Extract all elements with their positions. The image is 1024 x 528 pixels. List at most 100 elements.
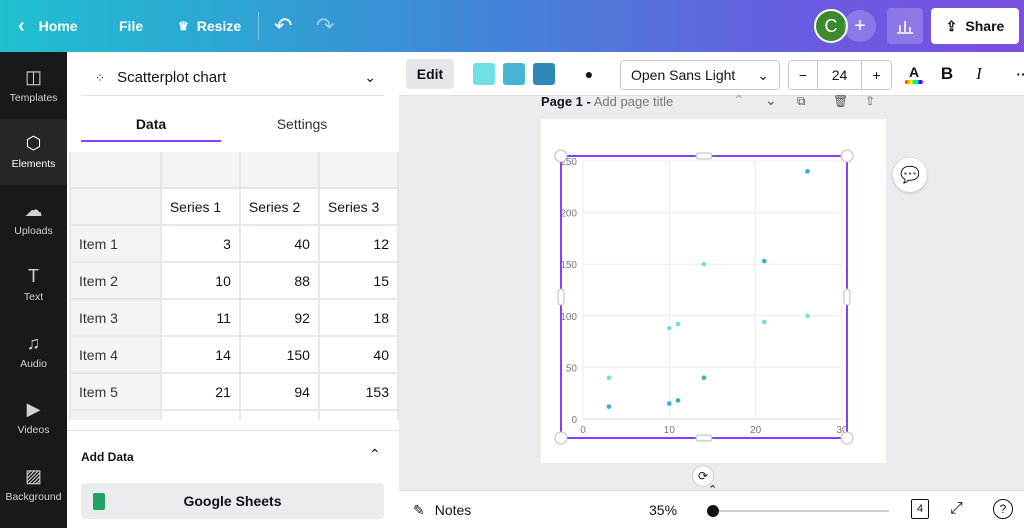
insights-icon[interactable] <box>887 8 923 44</box>
fullscreen-icon[interactable]: ⤢ <box>950 500 963 518</box>
increase-size-button[interactable]: + <box>862 61 891 89</box>
table-row: Item 5 21 94 153 <box>69 372 399 411</box>
rail-templates[interactable]: ◫ Templates <box>0 52 67 119</box>
zoom-slider[interactable] <box>707 505 889 517</box>
data-point <box>675 321 681 327</box>
header-cell[interactable]: Series 3 <box>317 187 399 226</box>
divider <box>67 430 399 431</box>
data-cell[interactable]: 240 <box>317 409 399 420</box>
delete-page-icon[interactable]: 🗑 <box>833 94 848 108</box>
font-size-stepper: − 24 + <box>788 60 892 90</box>
add-page-icon[interactable]: ⇧ <box>865 94 875 108</box>
row-label[interactable]: Item 4 <box>69 335 162 374</box>
redo-icon[interactable]: ↷ <box>316 0 334 52</box>
italic-icon[interactable]: I <box>969 60 989 88</box>
row-label[interactable]: Item 6 <box>69 409 162 420</box>
row-label[interactable]: Item 3 <box>69 298 162 337</box>
crown-icon: ♛ <box>178 19 189 33</box>
page-title[interactable]: Page 1 - Add page title <box>541 94 673 109</box>
chevron-up-icon[interactable]: ⌃ <box>708 483 717 496</box>
color-swatch[interactable] <box>533 63 555 85</box>
duplicate-page-icon[interactable]: ⧉ <box>797 94 806 109</box>
resize-handle <box>840 149 854 163</box>
bold-icon[interactable]: B <box>937 60 957 88</box>
google-sheets-button[interactable]: Google Sheets <box>81 483 384 519</box>
data-cell[interactable]: 3 <box>159 224 241 263</box>
more-icon[interactable]: ·· <box>1011 60 1024 88</box>
data-cell[interactable]: 11 <box>159 298 241 337</box>
chevron-down-icon[interactable]: ⌄ <box>765 92 777 109</box>
resize-handle <box>695 434 713 442</box>
row-label[interactable]: Item 5 <box>69 372 162 411</box>
undo-icon[interactable]: ↶ <box>274 0 292 52</box>
row-label[interactable]: Item 2 <box>69 261 162 300</box>
color-swatch[interactable] <box>473 63 495 85</box>
tab-settings[interactable]: Settings <box>232 110 372 142</box>
table-row: Item 1 3 40 12 <box>69 224 399 263</box>
decrease-size-button[interactable]: − <box>789 61 818 89</box>
data-cell[interactable]: 26 <box>159 409 241 420</box>
y-tick-label: 0 <box>571 415 577 426</box>
data-cell[interactable]: 18 <box>317 298 399 337</box>
notes-icon: ✎ <box>413 502 425 518</box>
upload-icon: ☁ <box>24 199 43 220</box>
header-cell[interactable]: Series 1 <box>159 187 241 226</box>
data-cell[interactable]: 100 <box>238 409 320 420</box>
edit-button[interactable]: Edit <box>406 59 454 89</box>
file-menu[interactable]: File <box>119 0 143 52</box>
data-point <box>667 401 672 406</box>
data-cell[interactable]: 40 <box>238 224 320 263</box>
page: 0 50 100 150 200 250 0 10 20 30 <box>541 119 886 463</box>
data-cell[interactable]: 88 <box>238 261 320 300</box>
add-collaborator-icon[interactable]: + <box>844 10 876 42</box>
avatar[interactable]: C <box>814 9 848 43</box>
data-point <box>701 261 707 267</box>
rail-background[interactable]: ▨ Background <box>0 451 67 518</box>
data-cell[interactable]: 10 <box>159 261 241 300</box>
rail-audio[interactable]: ♫ Audio <box>0 318 67 385</box>
data-cell[interactable]: 92 <box>238 298 320 337</box>
data-cell[interactable]: 153 <box>317 372 399 411</box>
share-icon: ⇪ <box>945 17 958 34</box>
help-icon[interactable]: ? <box>993 499 1013 519</box>
row-label[interactable]: Item 1 <box>69 224 162 263</box>
page-count-button[interactable]: 4 <box>911 499 929 519</box>
zoom-value[interactable]: 35% <box>649 502 677 518</box>
home-button[interactable]: ‹ Home <box>18 0 78 52</box>
resize-handle <box>557 288 565 306</box>
notes-button[interactable]: ✎ Notes <box>413 502 471 519</box>
resize-button[interactable]: ♛ Resize <box>178 0 241 52</box>
color-swatch[interactable] <box>503 63 525 85</box>
scatter-chart[interactable]: 0501001502002500 10 20 30 <box>541 119 886 463</box>
rail-uploads[interactable]: ☁ Uploads <box>0 185 67 252</box>
data-point <box>606 404 612 409</box>
data-point <box>667 325 672 331</box>
data-cell[interactable]: 15 <box>317 261 399 300</box>
font-select[interactable]: Open Sans Light ⌄ <box>620 60 780 90</box>
resize-handle <box>554 149 568 163</box>
chevron-up-icon[interactable]: ⌃ <box>369 446 381 463</box>
rail-videos[interactable]: ▶ Videos <box>0 385 67 452</box>
share-button[interactable]: ⇪ Share <box>931 8 1019 44</box>
data-cell[interactable]: 14 <box>159 335 241 374</box>
header-cell[interactable]: Series 2 <box>238 187 320 226</box>
text-color-icon[interactable]: A <box>903 60 925 88</box>
tab-data[interactable]: Data <box>81 110 221 142</box>
add-comment-icon[interactable]: 💬 <box>893 158 927 192</box>
point-style-icon[interactable]: ● <box>579 64 599 84</box>
data-cell[interactable]: 94 <box>238 372 320 411</box>
data-cell[interactable]: 40 <box>317 335 399 374</box>
data-cell[interactable]: 12 <box>317 224 399 263</box>
y-tick-label: 50 <box>566 363 578 374</box>
data-point <box>805 169 810 174</box>
data-cell[interactable]: 150 <box>238 335 320 374</box>
chevron-up-icon[interactable]: ⌃ <box>733 92 745 109</box>
data-cell[interactable]: 21 <box>159 372 241 411</box>
table-row: Item 626100240 <box>69 409 399 420</box>
table-row: Item 2 10 88 15 <box>69 261 399 300</box>
chevron-down-icon: ⌄ <box>364 69 376 85</box>
rail-text[interactable]: T Text <box>0 252 67 319</box>
chart-type-select[interactable]: ⁘ Scatterplot chart ⌄ <box>81 60 384 96</box>
rail-elements[interactable]: ⬡ Elements <box>0 118 67 185</box>
font-size-input[interactable]: 24 <box>818 61 862 89</box>
